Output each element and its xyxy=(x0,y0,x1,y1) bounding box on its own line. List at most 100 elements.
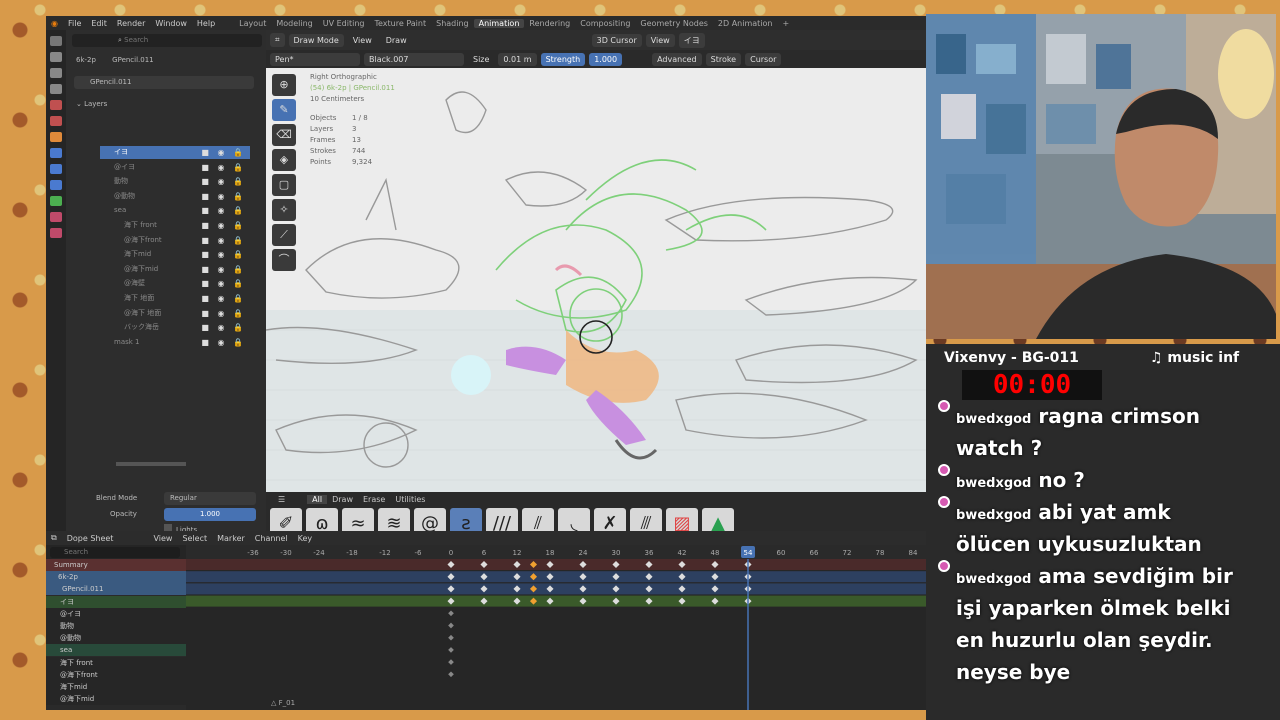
tab-animation[interactable]: Animation xyxy=(473,18,525,28)
layer-visibility-icon[interactable]: ■ ◉ 🔒 xyxy=(201,175,246,188)
size-field[interactable]: 0.01 m xyxy=(498,52,537,66)
search-input[interactable]: ⌕ Search xyxy=(72,34,262,47)
layer-visibility-icon[interactable]: ■ ◉ 🔒 xyxy=(201,204,246,217)
tab-compositing[interactable]: Compositing xyxy=(575,19,635,28)
editor-type-dropdown[interactable]: ⌗ xyxy=(270,33,285,47)
layer-visibility-icon[interactable]: ■ ◉ 🔒 xyxy=(201,292,246,305)
shelf-menu-icon[interactable]: ☰ xyxy=(272,495,291,504)
layer-item[interactable]: @海下mid ■ ◉ 🔒 xyxy=(100,263,250,276)
shelf-tab-draw[interactable]: Draw xyxy=(327,495,358,504)
layer-item[interactable]: 海下 地面 ■ ◉ 🔒 xyxy=(100,292,250,305)
texture-tab-icon[interactable] xyxy=(50,228,62,238)
render-tab-icon[interactable] xyxy=(50,52,62,62)
fill-tool-icon[interactable]: ◈ xyxy=(272,149,296,171)
brush-dropdown[interactable]: Pen* xyxy=(270,52,360,66)
layer-item[interactable]: sea ■ ◉ 🔒 xyxy=(100,204,250,217)
draw-tool-icon[interactable]: ✎ xyxy=(272,99,296,121)
tab-uv-editing[interactable]: UV Editing xyxy=(318,19,370,28)
tab-modeling[interactable]: Modeling xyxy=(271,19,317,28)
menu-select[interactable]: Select xyxy=(177,534,212,543)
strength-field[interactable]: 1.000 xyxy=(589,52,623,66)
layer-item[interactable]: mask 1 ■ ◉ 🔒 xyxy=(100,336,250,349)
layers-header[interactable]: ⌄ Layers xyxy=(76,98,107,111)
layer-visibility-icon[interactable]: ■ ◉ 🔒 xyxy=(201,190,246,203)
draw-menu[interactable]: Draw xyxy=(381,34,412,47)
menu-view[interactable]: View xyxy=(148,534,177,543)
dope-sheet-mode[interactable]: Dope Sheet xyxy=(62,534,119,543)
channel-row[interactable]: @海下mid xyxy=(46,693,186,706)
advanced-dropdown[interactable]: Advanced xyxy=(652,52,702,66)
tool-tab-icon[interactable] xyxy=(50,36,62,46)
marker-label[interactable]: △ F_01 xyxy=(271,699,295,707)
layer-item[interactable]: @動物 ■ ◉ 🔒 xyxy=(100,190,250,203)
blend-mode-select[interactable]: Regular xyxy=(164,492,256,505)
channel-row[interactable]: GPencil.011 xyxy=(46,583,186,596)
line-tool-icon[interactable]: ⌒ xyxy=(272,249,296,271)
layer-item[interactable]: @海下front ■ ◉ 🔒 xyxy=(100,234,250,247)
tab-geometry-nodes[interactable]: Geometry Nodes xyxy=(635,19,712,28)
channel-row[interactable]: 動物 xyxy=(46,620,186,632)
tab-rendering[interactable]: Rendering xyxy=(524,19,575,28)
channel-search-input[interactable]: Search xyxy=(50,547,180,558)
modifier-tab-icon[interactable] xyxy=(50,148,62,158)
layer-item[interactable]: 動物 ■ ◉ 🔒 xyxy=(100,175,250,188)
channel-row[interactable]: @イヨ xyxy=(46,607,186,620)
view-dropdown[interactable]: View xyxy=(645,33,675,47)
data-name-field[interactable]: GPencil.011 xyxy=(74,76,254,89)
tab-texture-paint[interactable]: Texture Paint xyxy=(369,19,431,28)
channel-row[interactable]: sea xyxy=(46,644,186,657)
stroke-dropdown[interactable]: Stroke xyxy=(705,52,742,66)
layer-item[interactable]: バック海岳 ■ ◉ 🔒 xyxy=(100,321,250,334)
object-tab-icon[interactable] xyxy=(50,132,62,142)
channel-row[interactable]: 海下 front xyxy=(46,656,186,669)
resize-handle[interactable] xyxy=(116,462,186,466)
box-tool-icon[interactable]: ▢ xyxy=(272,174,296,196)
layer-item[interactable]: 海下mid ■ ◉ 🔒 xyxy=(100,248,250,261)
opacity-slider[interactable]: 1.000 xyxy=(164,508,256,521)
editor-type-icon[interactable]: ⧉ xyxy=(46,533,62,543)
add-workspace-button[interactable]: + xyxy=(777,19,794,28)
channel-row[interactable]: イヨ xyxy=(46,595,186,608)
shelf-tab-utilities[interactable]: Utilities xyxy=(390,495,430,504)
layer-item[interactable]: @海壁 ■ ◉ 🔒 xyxy=(100,277,250,290)
layer-visibility-icon[interactable]: ■ ◉ 🔒 xyxy=(201,248,246,261)
layer-visibility-icon[interactable]: ■ ◉ 🔒 xyxy=(201,161,246,174)
menu-marker[interactable]: Marker xyxy=(212,534,250,543)
scene-tab-icon[interactable] xyxy=(50,100,62,110)
menu-window[interactable]: Window xyxy=(150,19,192,28)
layer-visibility-icon[interactable]: ■ ◉ 🔒 xyxy=(201,336,246,349)
menu-channel[interactable]: Channel xyxy=(250,534,293,543)
cursor-tool-icon[interactable]: ⊕ xyxy=(272,74,296,96)
layer-visibility-icon[interactable]: ■ ◉ 🔒 xyxy=(201,307,246,320)
layer-visibility-icon[interactable]: ■ ◉ 🔒 xyxy=(201,277,246,290)
layer-visibility-icon[interactable]: ■ ◉ 🔒 xyxy=(201,219,246,232)
channel-row[interactable]: Summary xyxy=(46,559,186,571)
data-tab-icon[interactable] xyxy=(50,196,62,206)
mode-dropdown[interactable]: Draw Mode xyxy=(288,33,344,47)
effects-tab-icon[interactable] xyxy=(50,164,62,174)
menu-file[interactable]: File xyxy=(63,19,86,28)
menu-key[interactable]: Key xyxy=(293,534,318,543)
material-dropdown[interactable]: Black.007 xyxy=(364,52,464,66)
cursor-settings-dropdown[interactable]: Cursor xyxy=(745,52,782,66)
shelf-tab-erase[interactable]: Erase xyxy=(358,495,390,504)
layer-visibility-icon[interactable]: ■ ◉ 🔒 xyxy=(201,146,246,159)
shelf-tab-all[interactable]: All xyxy=(307,495,328,504)
tint-tool-icon[interactable]: ✧ xyxy=(272,199,296,221)
tab-shading[interactable]: Shading xyxy=(431,19,474,28)
menu-help[interactable]: Help xyxy=(192,19,220,28)
physics-tab-icon[interactable] xyxy=(50,180,62,190)
layer-visibility-icon[interactable]: ■ ◉ 🔒 xyxy=(201,321,246,334)
menu-render[interactable]: Render xyxy=(112,19,150,28)
frame-ruler[interactable]: -36 -30 -24 -18 -12 -6 0 6 12 18 24 30 36 42 48 54 60 66 7… xyxy=(186,545,926,559)
layer-item[interactable]: 海下 front ■ ◉ 🔒 xyxy=(100,219,250,232)
layer-item[interactable]: @海下 地面 ■ ◉ 🔒 xyxy=(100,307,250,320)
blender-logo-icon[interactable]: ◉ xyxy=(46,19,63,28)
eyedropper-tool-icon[interactable]: ⟋ xyxy=(272,224,296,246)
channel-row[interactable]: 6k-2p xyxy=(46,571,186,584)
layer-visibility-icon[interactable]: ■ ◉ 🔒 xyxy=(201,263,246,276)
menu-edit[interactable]: Edit xyxy=(86,19,112,28)
tab-layout[interactable]: Layout xyxy=(234,19,271,28)
material-tab-icon[interactable] xyxy=(50,212,62,222)
object-dropdown[interactable]: イヨ xyxy=(678,32,705,48)
